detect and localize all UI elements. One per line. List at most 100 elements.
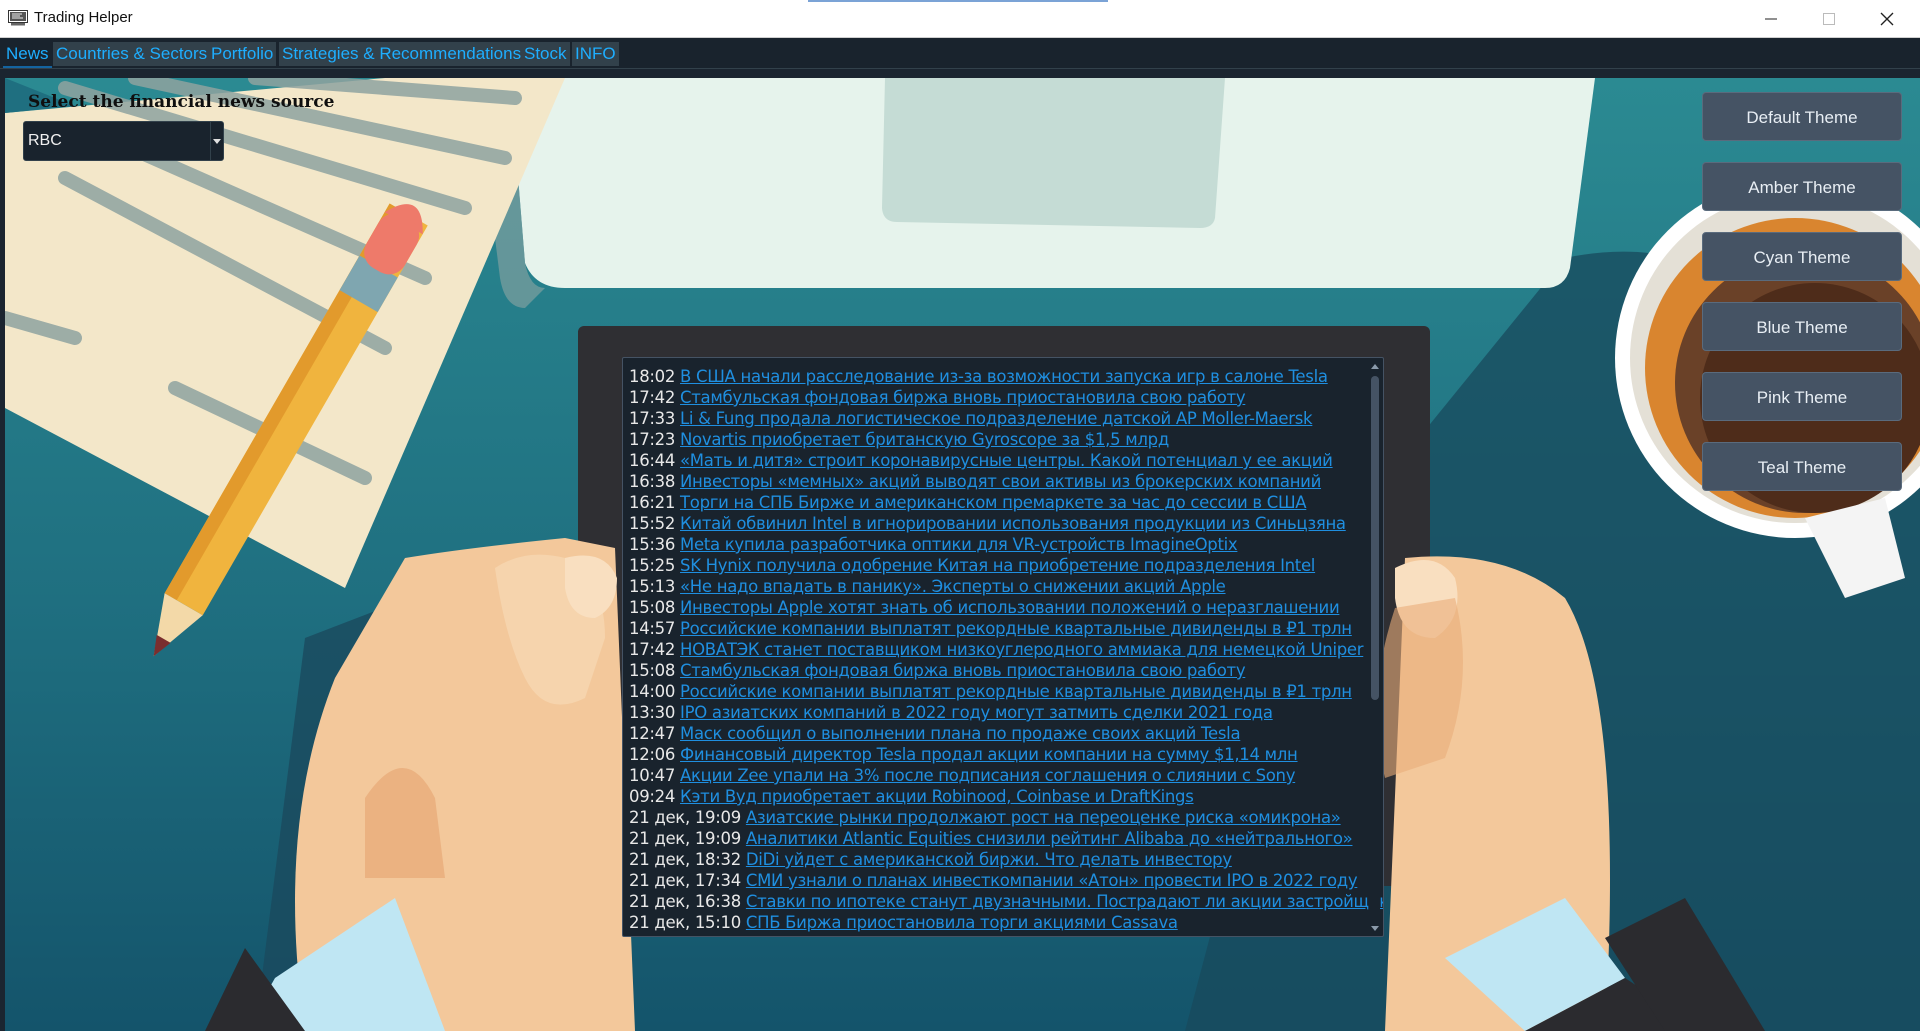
news-link[interactable]: Ставки по ипотеке станут двузначными. По… [746, 892, 1383, 911]
news-link[interactable]: Инвесторы Apple хотят знать об использов… [680, 598, 1340, 617]
news-scrollbar[interactable] [1367, 358, 1383, 936]
news-link[interactable]: Инвесторы «мемных» акций выводят свои ак… [680, 472, 1321, 491]
news-time: 17:23 [629, 430, 676, 449]
tab-info[interactable]: INFO [572, 42, 619, 66]
tab-strategies-recommendations[interactable]: Strategies & Recommendations [279, 42, 525, 66]
news-link[interactable]: Акции Zee упали на 3% после подписания с… [680, 766, 1295, 785]
news-link[interactable]: «Не надо впадать в панику». Эксперты о с… [680, 577, 1226, 596]
news-item: 14:57 Российские компании выплатят рекор… [629, 618, 1352, 639]
news-item: 16:21 Торги на СПБ Бирже и американском … [629, 492, 1349, 513]
news-item: 21 дек, 15:10 СПБ Биржа приостановила то… [629, 912, 1349, 933]
close-button[interactable] [1858, 0, 1916, 37]
maximize-button[interactable] [1800, 0, 1858, 37]
news-link[interactable]: Азиатские рынки продолжают рост на перео… [746, 808, 1341, 827]
news-time: 14:00 [629, 682, 676, 701]
tab-countries-sectors[interactable]: Countries & Sectors [53, 42, 211, 66]
news-item: 15:13 «Не надо впадать в панику». Экспер… [629, 576, 1349, 597]
news-link[interactable]: «Мать и дитя» строит коронавирусные цент… [680, 451, 1333, 470]
news-time: 21 дек, 18:32 [629, 850, 741, 869]
news-link[interactable]: Российские компании выплатят рекордные к… [680, 619, 1352, 638]
news-time: 18:02 [629, 367, 676, 386]
news-time: 09:24 [629, 787, 676, 806]
news-time: 15:36 [629, 535, 676, 554]
news-list-panel[interactable]: 18:02 В США начали расследование из-за в… [622, 357, 1384, 937]
minimize-icon [1765, 18, 1777, 19]
news-link[interactable]: СПБ Биржа приостановила торги акциями Ca… [746, 913, 1178, 932]
news-item: 15:08 Стамбульская фондовая биржа вновь … [629, 660, 1349, 681]
terminal-icon [8, 10, 28, 26]
news-time: 17:42 [629, 640, 676, 659]
news-time: 12:47 [629, 724, 676, 743]
news-time: 12:06 [629, 745, 676, 764]
news-time: 15:08 [629, 661, 676, 680]
scroll-down-button[interactable] [1369, 922, 1381, 934]
news-source-value: RBC [28, 132, 62, 149]
news-item: 15:25 SK Hynix получила одобрение Китая … [629, 555, 1349, 576]
news-item: 21 дек, 19:09 Аналитики Atlantic Equitie… [629, 828, 1353, 849]
news-link[interactable]: СМИ узнали о планах инвесткомпании «Атон… [746, 871, 1358, 890]
news-time: 15:13 [629, 577, 676, 596]
title-bar: Trading Helper [0, 0, 1920, 38]
news-time: 16:21 [629, 493, 676, 512]
news-item: 16:38 Инвесторы «мемных» акций выводят с… [629, 471, 1349, 492]
scroll-thumb[interactable] [1371, 376, 1379, 700]
news-link[interactable]: DiDi уйдет с американской биржи. Что дел… [746, 850, 1232, 869]
news-link[interactable]: Стамбульская фондовая биржа вновь приост… [680, 661, 1246, 680]
scroll-up-button[interactable] [1369, 360, 1381, 372]
news-time: 17:33 [629, 409, 676, 428]
pink-theme-button[interactable]: Pink Theme [1702, 372, 1902, 421]
news-link[interactable]: Финансовый директор Tesla продал акции к… [680, 745, 1298, 764]
tab-news[interactable]: News [3, 42, 52, 68]
news-time: 17:42 [629, 388, 676, 407]
title-accent-line [808, 0, 1108, 2]
news-link[interactable]: Meta купила разработчика оптики для VR-у… [680, 535, 1238, 554]
news-item: 17:33 Li & Fung продала логистическое по… [629, 408, 1349, 429]
news-item: 12:06 Финансовый директор Tesla продал а… [629, 744, 1349, 765]
news-time: 10:47 [629, 766, 676, 785]
news-item: 13:30 IPO азиатских компаний в 2022 году… [629, 702, 1349, 723]
news-item: 21 дек, 16:38 Ставки по ипотеке станут д… [629, 891, 1383, 912]
default-theme-button[interactable]: Default Theme [1702, 92, 1902, 141]
tab-bar: News Countries & Sectors Portfolio Strat… [0, 38, 1920, 69]
news-time: 16:44 [629, 451, 676, 470]
news-link[interactable]: Аналитики Atlantic Equities снизили рейт… [746, 829, 1353, 848]
news-link[interactable]: Китай обвинил Intel в игнорировании испо… [680, 514, 1346, 533]
minimize-button[interactable] [1742, 0, 1800, 37]
news-link[interactable]: Novartis приобретает британскую Gyroscop… [680, 430, 1169, 449]
news-time: 14:57 [629, 619, 676, 638]
chevron-down-icon [1371, 925, 1379, 931]
news-link[interactable]: IPO азиатских компаний в 2022 году могут… [680, 703, 1273, 722]
news-source-select[interactable]: RBC [23, 121, 224, 161]
news-link[interactable]: Стамбульская фондовая биржа вновь приост… [680, 388, 1246, 407]
news-link[interactable]: Торги на СПБ Бирже и американском премар… [680, 493, 1307, 512]
tab-stock[interactable]: Stock [521, 42, 570, 66]
blue-theme-button[interactable]: Blue Theme [1702, 302, 1902, 351]
news-time: 16:38 [629, 472, 676, 491]
cyan-theme-button[interactable]: Cyan Theme [1702, 232, 1902, 281]
news-link[interactable]: НОВАТЭК станет поставщиком низкоуглеродн… [680, 640, 1364, 659]
close-icon [1880, 12, 1894, 25]
news-item: 18:02 В США начали расследование из-за в… [629, 366, 1349, 387]
news-link[interactable]: В США начали расследование из-за возможн… [680, 367, 1328, 386]
news-list: 18:02 В США начали расследование из-за в… [629, 366, 1383, 933]
news-item: 12:47 Маск сообщил о выполнении плана по… [629, 723, 1349, 744]
amber-theme-button[interactable]: Amber Theme [1702, 162, 1902, 211]
chevron-up-icon [1371, 363, 1379, 369]
chevron-down-icon [213, 138, 221, 144]
dropdown-button[interactable] [210, 122, 223, 160]
news-item: 14:00 Российские компании выплатят рекор… [629, 681, 1352, 702]
news-link[interactable]: SK Hynix получила одобрение Китая на при… [680, 556, 1315, 575]
news-item: 21 дек, 19:09 Азиатские рынки продолжают… [629, 807, 1349, 828]
tab-portfolio[interactable]: Portfolio [208, 42, 277, 66]
news-time: 21 дек, 15:10 [629, 913, 741, 932]
news-item: 10:47 Акции Zee упали на 3% после подпис… [629, 765, 1349, 786]
news-link[interactable]: Кэти Вуд приобретает акции Robinood, Coi… [680, 787, 1194, 806]
news-item: 15:08 Инвесторы Apple хотят знать об исп… [629, 597, 1349, 618]
news-time: 15:25 [629, 556, 676, 575]
news-time: 21 дек, 19:09 [629, 808, 741, 827]
news-link[interactable]: Российские компании выплатят рекордные к… [680, 682, 1352, 701]
news-link[interactable]: Li & Fung продала логистическое подразде… [680, 409, 1313, 428]
teal-theme-button[interactable]: Teal Theme [1702, 442, 1902, 491]
news-source-label: Select the financial news source [28, 92, 335, 112]
news-link[interactable]: Маск сообщил о выполнении плана по прода… [680, 724, 1241, 743]
